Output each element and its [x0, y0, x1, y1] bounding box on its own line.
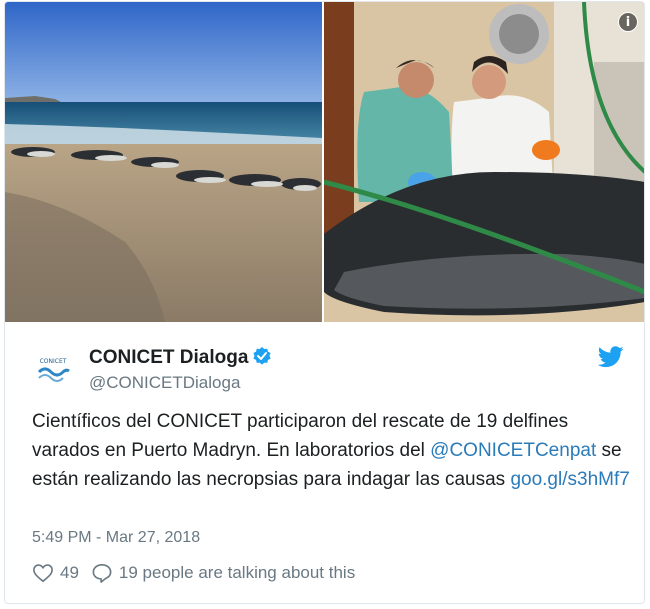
tweet-actions: 49 19 people are talking about this	[32, 563, 367, 583]
reply-button[interactable]: 19 people are talking about this	[91, 563, 355, 583]
author-handle[interactable]: @CONICETDialoga	[89, 373, 240, 393]
tweet-timestamp[interactable]: 5:49 PM - Mar 27, 2018	[32, 529, 200, 547]
twitter-bird-icon[interactable]	[597, 346, 624, 373]
photo-lab-necropsy[interactable]	[324, 2, 644, 322]
tweet-card: i CONICET CONICET Dialoga @CONICETDialog…	[4, 1, 645, 604]
verified-icon	[252, 346, 272, 372]
like-count: 49	[60, 563, 79, 582]
like-button[interactable]: 49	[32, 563, 79, 583]
author-name[interactable]: CONICET Dialoga	[89, 346, 272, 372]
tweet-header: CONICET CONICET Dialoga @CONICETDialoga	[5, 342, 644, 402]
tweet-text: Científicos del CONICET participaron del…	[32, 407, 632, 494]
url-link[interactable]: goo.gl/s3hMf7	[510, 469, 629, 490]
reply-icon	[92, 564, 112, 583]
mention-link[interactable]: @CONICETCenpat	[430, 440, 596, 461]
avatar-logo-text: CONICET	[40, 358, 67, 365]
tweet-media[interactable]: i	[5, 2, 644, 324]
reply-count-text[interactable]: 19 people are talking about this	[119, 563, 355, 583]
author-name-text[interactable]: CONICET Dialoga	[89, 347, 248, 368]
heart-icon	[33, 564, 53, 583]
photo-beach-dolphins[interactable]	[5, 2, 322, 322]
avatar[interactable]: CONICET	[31, 350, 75, 386]
info-icon[interactable]: i	[618, 12, 638, 32]
